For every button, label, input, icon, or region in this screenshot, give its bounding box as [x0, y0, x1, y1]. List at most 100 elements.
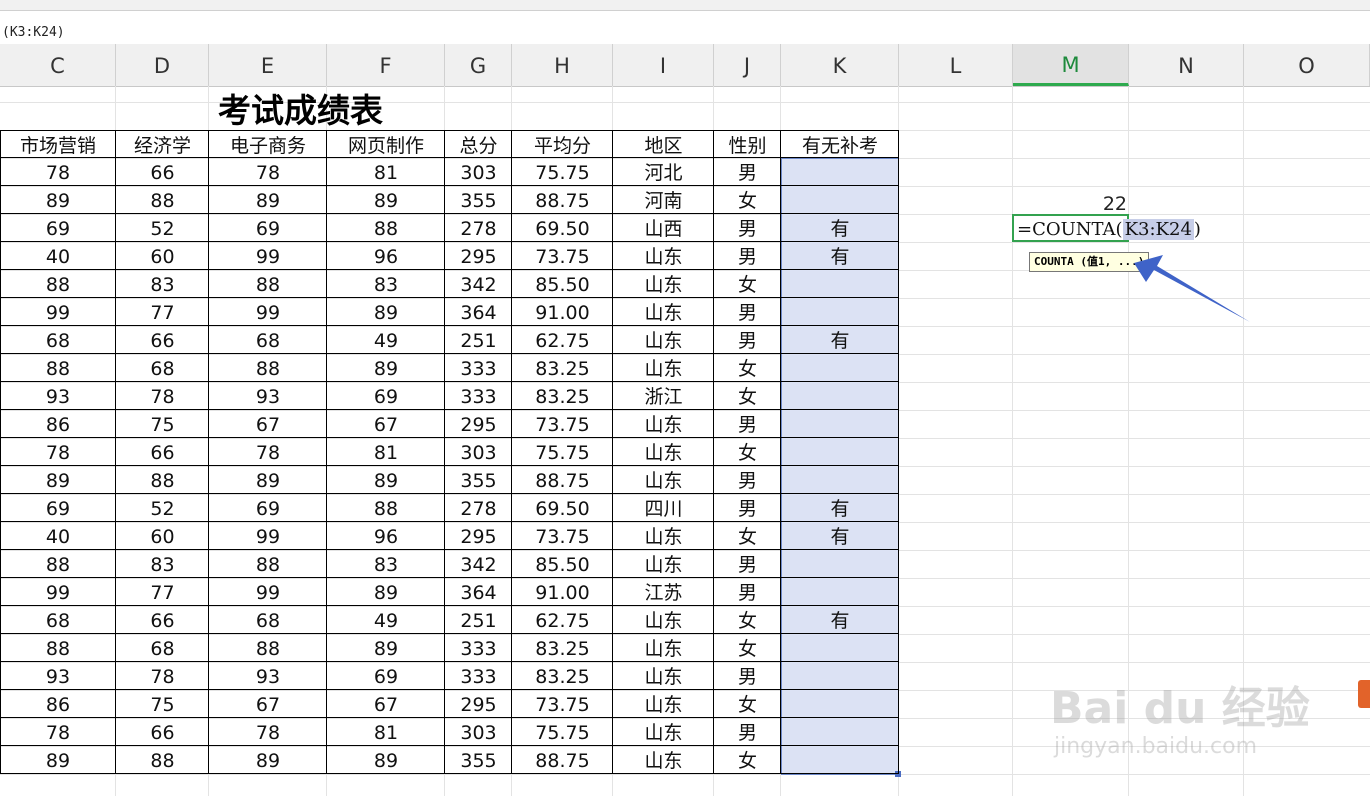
table-header-cell[interactable]: 有无补考	[781, 130, 899, 158]
table-cell[interactable]: 有	[781, 242, 899, 270]
table-cell[interactable]: 88	[327, 494, 445, 522]
table-cell[interactable]: 女	[714, 382, 781, 410]
table-cell[interactable]	[781, 718, 899, 746]
table-cell[interactable]: 99	[209, 522, 327, 550]
table-cell[interactable]: 83	[327, 550, 445, 578]
table-cell[interactable]: 67	[327, 690, 445, 718]
table-cell[interactable]: 333	[445, 662, 512, 690]
table-cell[interactable]: 山西	[613, 214, 714, 242]
table-cell[interactable]: 女	[714, 438, 781, 466]
table-cell[interactable]: 81	[327, 158, 445, 186]
table-cell[interactable]: 男	[714, 662, 781, 690]
column-header-k[interactable]: K	[781, 44, 899, 86]
table-cell[interactable]: 303	[445, 718, 512, 746]
table-cell[interactable]: 99	[209, 578, 327, 606]
column-header-o[interactable]: O	[1244, 44, 1370, 86]
table-header-cell[interactable]: 电子商务	[209, 130, 327, 158]
table-header-cell[interactable]: 平均分	[512, 130, 613, 158]
function-tooltip[interactable]: COUNTA (值1, ...)	[1029, 252, 1150, 272]
table-cell[interactable]: 99	[209, 242, 327, 270]
table-cell[interactable]	[781, 550, 899, 578]
table-header-cell[interactable]: 地区	[613, 130, 714, 158]
table-cell[interactable]: 81	[327, 438, 445, 466]
table-cell[interactable]: 89	[0, 466, 116, 494]
table-cell[interactable]: 69	[0, 494, 116, 522]
table-cell[interactable]: 山东	[613, 718, 714, 746]
table-cell[interactable]: 83	[116, 270, 209, 298]
table-cell[interactable]: 60	[116, 242, 209, 270]
table-cell[interactable]: 88	[209, 354, 327, 382]
table-header-cell[interactable]: 性别	[714, 130, 781, 158]
table-cell[interactable]: 68	[116, 634, 209, 662]
table-cell[interactable]: 66	[116, 718, 209, 746]
table-header-cell[interactable]: 市场营销	[0, 130, 116, 158]
table-cell[interactable]	[781, 382, 899, 410]
table-cell[interactable]: 男	[714, 410, 781, 438]
table-cell[interactable]: 73.75	[512, 522, 613, 550]
table-cell[interactable]	[781, 270, 899, 298]
table-cell[interactable]: 60	[116, 522, 209, 550]
table-cell[interactable]: 83	[116, 550, 209, 578]
table-cell[interactable]: 山东	[613, 410, 714, 438]
table-cell[interactable]: 88.75	[512, 746, 613, 774]
table-cell[interactable]: 男	[714, 466, 781, 494]
table-cell[interactable]: 62.75	[512, 606, 613, 634]
table-cell[interactable]: 山东	[613, 270, 714, 298]
table-cell[interactable]: 女	[714, 746, 781, 774]
table-cell[interactable]: 89	[209, 746, 327, 774]
table-cell[interactable]: 88	[0, 354, 116, 382]
table-cell[interactable]: 山东	[613, 326, 714, 354]
table-cell[interactable]: 88	[209, 634, 327, 662]
cell-m-result[interactable]: 22	[1013, 190, 1127, 216]
table-cell[interactable]: 295	[445, 242, 512, 270]
table-cell[interactable]: 99	[0, 298, 116, 326]
table-cell[interactable]	[781, 410, 899, 438]
table-cell[interactable]: 山东	[613, 690, 714, 718]
table-cell[interactable]: 有	[781, 494, 899, 522]
table-cell[interactable]: 88	[209, 270, 327, 298]
table-cell[interactable]: 96	[327, 522, 445, 550]
table-cell[interactable]: 男	[714, 242, 781, 270]
table-cell[interactable]: 男	[714, 326, 781, 354]
table-cell[interactable]: 男	[714, 494, 781, 522]
table-cell[interactable]: 78	[0, 158, 116, 186]
table-cell[interactable]: 男	[714, 158, 781, 186]
table-cell[interactable]: 83.25	[512, 382, 613, 410]
table-cell[interactable]: 66	[116, 326, 209, 354]
table-cell[interactable]: 山东	[613, 242, 714, 270]
table-header-cell[interactable]: 经济学	[116, 130, 209, 158]
table-cell[interactable]: 山东	[613, 746, 714, 774]
table-cell[interactable]	[781, 466, 899, 494]
table-cell[interactable]: 88	[209, 550, 327, 578]
table-cell[interactable]: 333	[445, 634, 512, 662]
table-cell[interactable]: 278	[445, 494, 512, 522]
table-cell[interactable]: 有	[781, 214, 899, 242]
table-cell[interactable]: 81	[327, 718, 445, 746]
table-cell[interactable]	[781, 158, 899, 186]
table-cell[interactable]: 49	[327, 326, 445, 354]
column-header-d[interactable]: D	[116, 44, 209, 86]
table-cell[interactable]: 333	[445, 354, 512, 382]
table-cell[interactable]: 69	[327, 662, 445, 690]
table-cell[interactable]: 68	[0, 326, 116, 354]
table-cell[interactable]: 有	[781, 606, 899, 634]
table-cell[interactable]: 75.75	[512, 718, 613, 746]
table-cell[interactable]: 78	[116, 382, 209, 410]
table-cell[interactable]: 75.75	[512, 158, 613, 186]
column-header-f[interactable]: F	[327, 44, 445, 86]
column-header-m[interactable]: M	[1013, 44, 1129, 86]
table-cell[interactable]: 77	[116, 578, 209, 606]
table-cell[interactable]: 355	[445, 186, 512, 214]
table-cell[interactable]: 山东	[613, 522, 714, 550]
table-cell[interactable]: 69.50	[512, 494, 613, 522]
table-cell[interactable]: 有	[781, 326, 899, 354]
table-cell[interactable]	[781, 438, 899, 466]
table-cell[interactable]: 67	[209, 690, 327, 718]
table-cell[interactable]: 52	[116, 494, 209, 522]
table-cell[interactable]: 89	[209, 466, 327, 494]
column-header-l[interactable]: L	[899, 44, 1013, 86]
score-table[interactable]: 市场营销 经济学 电子商务 网页制作 总分 平均分 地区 性别 有无补考 78 66 78 81 303 7…	[0, 130, 899, 775]
table-cell[interactable]: 有	[781, 522, 899, 550]
table-cell[interactable]: 364	[445, 578, 512, 606]
table-cell[interactable]: 男	[714, 718, 781, 746]
